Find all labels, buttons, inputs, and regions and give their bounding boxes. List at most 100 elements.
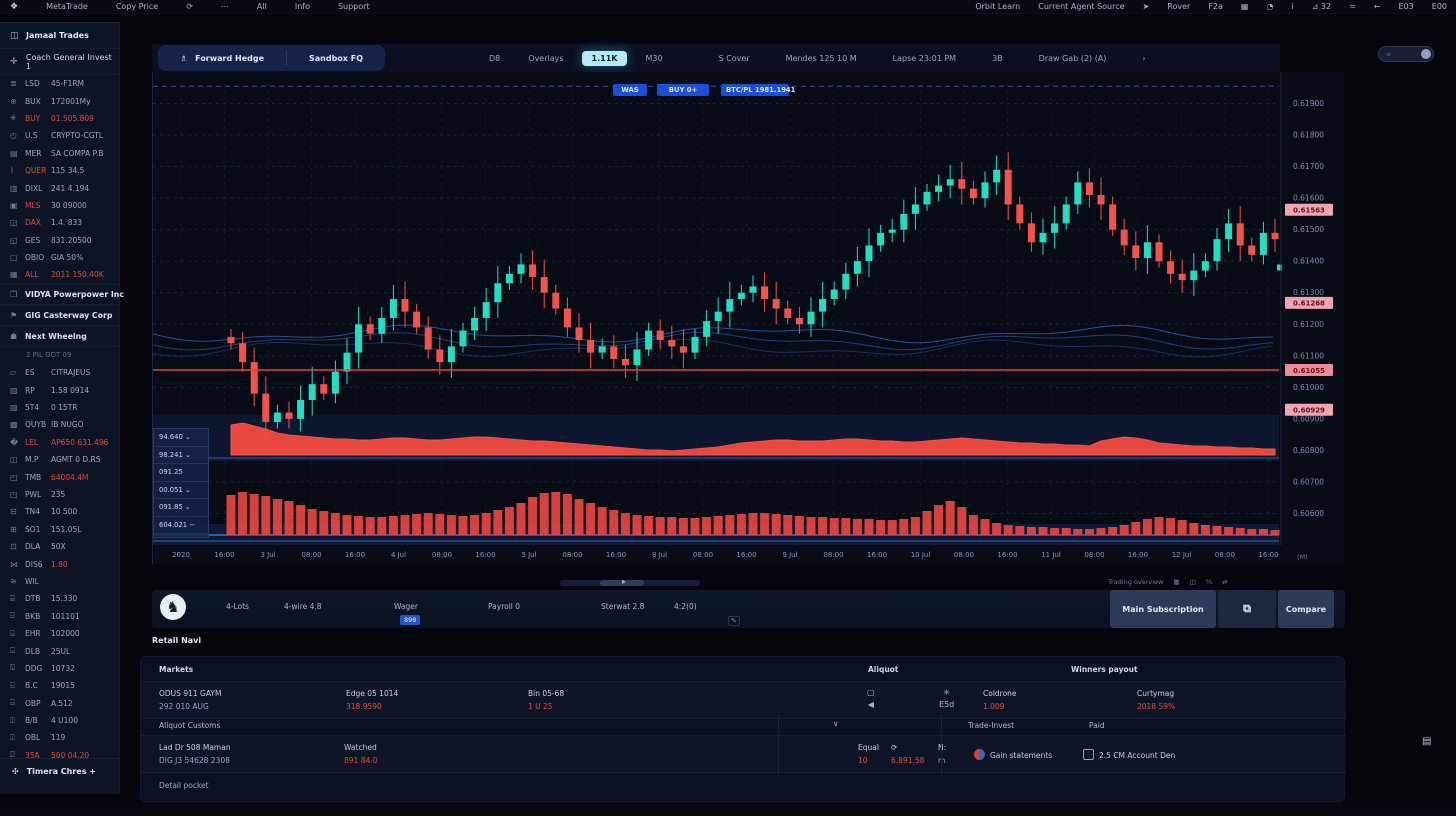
compare-button[interactable]: Compare: [1278, 590, 1334, 628]
grid-icon[interactable]: ▦: [1173, 578, 1179, 586]
sidebar-instrument-row[interactable]: ◱GES831.20500: [0, 232, 119, 249]
cell-icon-top[interactable]: ✳: [939, 688, 954, 697]
panel-icon[interactable]: ◫: [1190, 578, 1196, 586]
menubar-icon[interactable]: ➤: [1143, 2, 1150, 11]
sidebar-instrument-row[interactable]: ▥DIXL241 4.194: [0, 179, 119, 196]
sidebar-instrument-row[interactable]: ⍐B/B4 U100: [0, 712, 119, 729]
menubar-item[interactable]: Support: [338, 2, 370, 11]
menubar-icon[interactable]: ◔: [1266, 2, 1273, 11]
cell-icon-bottom[interactable]: ◀: [867, 700, 875, 709]
timeframe-button[interactable]: Overlays: [518, 51, 573, 66]
chart-toggle[interactable]: ≡: [1378, 46, 1434, 62]
menubar-item[interactable]: Current Agent Source: [1038, 2, 1124, 11]
chart-scrollbar[interactable]: ▸: [560, 580, 700, 586]
sidebar-instrument-row[interactable]: ◴U.SCRYPTO-CGTL: [0, 127, 119, 144]
table-row[interactable]: ODUS 911 GAYM292 010 AUGEdge 05 1014318.…: [141, 681, 1346, 719]
timeframe-button[interactable]: D8: [479, 51, 510, 66]
menubar-icon[interactable]: ⟳: [186, 2, 193, 11]
sidebar-section-header[interactable]: ☗Next Wheelng: [0, 326, 119, 347]
sidebar-instrument-row[interactable]: ⌻DLB25UL: [0, 642, 119, 659]
sidebar-header[interactable]: ◫ Jamaal Trades: [0, 23, 119, 49]
sidebar-instrument-row[interactable]: ⊟TN410 500: [0, 503, 119, 520]
position-chip[interactable]: BTC/PL 1981.1941: [721, 84, 789, 96]
menubar-icon[interactable]: ←: [1374, 2, 1381, 11]
sidebar-instrument-row[interactable]: ⊡DLA50X: [0, 538, 119, 555]
sidebar-instrument-row[interactable]: ⍂DDG10732: [0, 660, 119, 677]
sidebar-footer[interactable]: ✣ Timera Chres +: [0, 758, 119, 776]
menubar-item[interactable]: E00: [1432, 2, 1447, 11]
page-icon[interactable]: ▤: [1422, 736, 1431, 747]
menubar-item[interactable]: All: [257, 2, 267, 11]
edit-icon[interactable]: ✎: [728, 616, 740, 626]
menubar-item[interactable]: Copy Price: [116, 2, 158, 11]
sidebar-instrument-row[interactable]: ⌺EHR102000: [0, 625, 119, 642]
candlestick-chart[interactable]: 0.619000.618000.617000.616000.615000.614…: [153, 72, 1346, 564]
table-action[interactable]: 2.5 CM Account Den: [1083, 749, 1175, 760]
table-row[interactable]: Lad Dr 508 MamanDIG J3 54628 2308Watched…: [141, 735, 1346, 773]
sidebar-instrument-row[interactable]: ≋WIL: [0, 573, 119, 590]
layout-button[interactable]: ⧉: [1218, 590, 1276, 628]
sidebar-instrument-row[interactable]: ▤MERSA COMPA P.B: [0, 145, 119, 162]
sidebar-instrument-row[interactable]: ◳PWL235: [0, 486, 119, 503]
timeframe-button[interactable]: 1.11K: [582, 51, 628, 66]
menubar-item[interactable]: F2a: [1208, 2, 1223, 11]
sidebar-instrument-row[interactable]: ⌹BKB101101: [0, 608, 119, 625]
swap-icon[interactable]: ⇄: [1222, 578, 1227, 586]
sidebar-instrument-row[interactable]: ◰TMB64004.4M: [0, 468, 119, 485]
sidebar-instrument-row[interactable]: ▩QUYBIB NUGO: [0, 416, 119, 433]
sidebar-instrument-row[interactable]: ⍈OBPA.512: [0, 695, 119, 712]
main-subscription-button[interactable]: Main Subscription: [1110, 590, 1216, 628]
menubar-icon[interactable]: ▦: [1241, 2, 1249, 11]
cell-icon-top[interactable]: ▢: [867, 688, 875, 697]
menubar-icon[interactable]: ≂: [1349, 2, 1356, 11]
sidebar-instrument-row[interactable]: ▦ALL2011 150.40K: [0, 266, 119, 283]
sidebar-instrument-row[interactable]: ▨RP1.58 0914: [0, 381, 119, 398]
sidebar-section-header[interactable]: ❒VIDYA Powerpower Inc: [0, 284, 119, 305]
table-cell-icons[interactable]: ✳ E5d: [939, 688, 954, 712]
sidebar-instrument-row[interactable]: ▣MLS30 09000: [0, 197, 119, 214]
quarter-icon[interactable]: ¼: [1206, 578, 1212, 586]
toolbar-menu-item[interactable]: Draw Gab (2) (A): [1029, 51, 1117, 66]
sidebar-instrument-row[interactable]: ◫M.PAGMT 0 D.RS: [0, 451, 119, 468]
sidebar-instrument-row[interactable]: ⍗OBL119: [0, 729, 119, 746]
sidebar-instrument-row[interactable]: ⌸DTB15.330: [0, 590, 119, 607]
sidebar-subheader[interactable]: ✛ Coach General Invest 1: [0, 49, 119, 75]
sidebar-instrument-row[interactable]: ≣LSD45-F1RM: [0, 75, 119, 92]
sidebar-instrument-row[interactable]: ⎈BUY01.505.809: [0, 110, 119, 127]
cell-icon-bottom[interactable]: E5d: [939, 700, 954, 709]
toolbar-menu-item[interactable]: S Cover: [709, 51, 760, 66]
menubar-item[interactable]: Info: [295, 2, 310, 11]
toolbar-menu-item[interactable]: Lapse 23:01 PM: [883, 51, 966, 66]
position-chip[interactable]: BUY 0+: [657, 84, 709, 96]
sidebar-instrument-row[interactable]: ▱ESCITRAJEUS: [0, 364, 119, 381]
table-cell-icons[interactable]: ▢◀: [867, 688, 875, 712]
menubar-icon[interactable]: i: [1291, 2, 1293, 11]
chart-area[interactable]: 0.619000.618000.617000.616000.615000.614…: [152, 72, 1345, 564]
sidebar-section-header[interactable]: ⚑GIG Casterway Corp: [0, 305, 119, 326]
menubar-icon[interactable]: ⋯: [221, 2, 229, 11]
sidebar-instrument-row[interactable]: ◲DAX1.4. 833: [0, 214, 119, 231]
broker-logo[interactable]: ♞: [160, 594, 186, 620]
sidebar-instrument-row[interactable]: ⊞SO1151.05L: [0, 521, 119, 538]
toolbar-menu-item[interactable]: ›: [1132, 51, 1155, 66]
timeframe-button[interactable]: M30: [635, 51, 672, 66]
sidebar-instrument-row[interactable]: ⋈DIS61.80: [0, 555, 119, 572]
menubar-item[interactable]: MetaTrade: [46, 2, 88, 11]
sidebar-instrument-row[interactable]: �LELAP650 631.496: [0, 434, 119, 451]
sidebar-instrument-row[interactable]: ⍇B.C19015: [0, 677, 119, 694]
menubar-item[interactable]: ⊿ 32: [1312, 2, 1331, 11]
sidebar-instrument-row[interactable]: ⊕BUX172001My: [0, 92, 119, 109]
sidebar-instrument-row[interactable]: ▢OBIOGIA 50%: [0, 249, 119, 266]
symbol-pill[interactable]: ♗ Forward Hedge Sandbox FQ: [158, 45, 385, 71]
app-logo-icon[interactable]: ❖: [10, 2, 18, 12]
symbol-mode[interactable]: Sandbox FQ: [287, 54, 385, 63]
menubar-item[interactable]: Rover: [1167, 2, 1190, 11]
toolbar-menu-item[interactable]: 3B: [982, 51, 1013, 66]
menubar-item[interactable]: Orbit Learn: [975, 2, 1020, 11]
toolbar-menu-item[interactable]: Mendes 125 10 M: [776, 51, 867, 66]
tab-retail-navi[interactable]: Retail Navi: [152, 636, 201, 645]
play-icon[interactable]: ▸: [622, 577, 626, 586]
sidebar-instrument-row[interactable]: ▧5T40 15TR: [0, 399, 119, 416]
table-action[interactable]: Gain statements: [974, 749, 1052, 760]
position-chip[interactable]: WAS: [613, 84, 647, 96]
